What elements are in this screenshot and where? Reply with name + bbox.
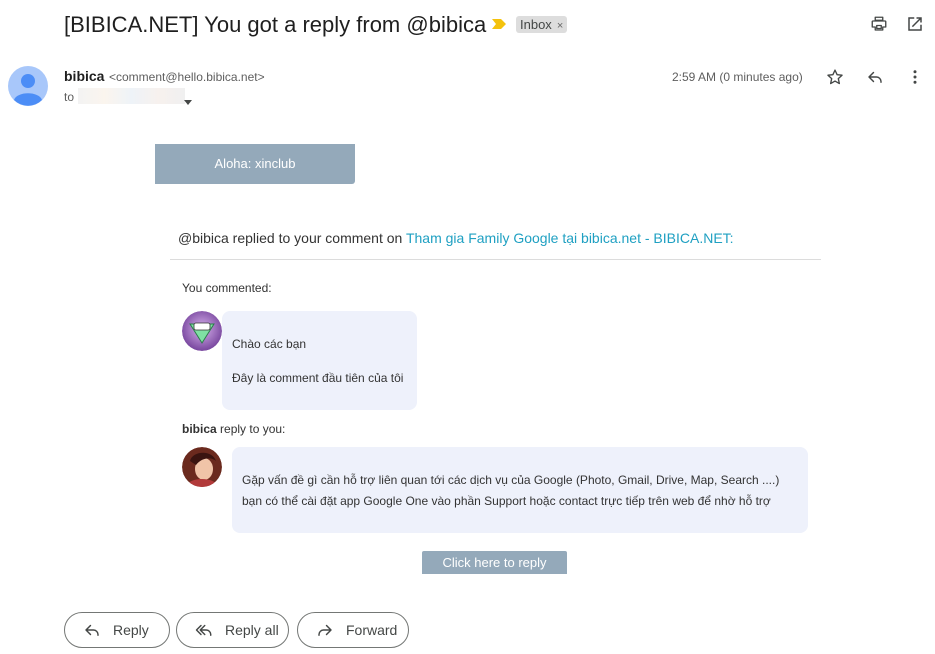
timestamp: 2:59 AM (0 minutes ago): [672, 70, 803, 84]
show-details-dropdown-icon[interactable]: [184, 93, 192, 111]
reply-text-line: bạn có thể cài đặt app Google One vào ph…: [242, 494, 771, 508]
comment-text-line: Chào các bạn: [232, 337, 307, 351]
reply-all-icon: [195, 624, 212, 636]
sender-name[interactable]: bibica: [64, 68, 104, 84]
forward-button-label: Forward: [346, 622, 398, 638]
replier-avatar: [182, 447, 222, 487]
replier-name: bibica: [182, 422, 217, 436]
commenter-avatar: [182, 311, 222, 351]
reply-all-button-label: Reply all: [225, 622, 279, 638]
reply-bubble: [232, 447, 808, 533]
reply-heading: bibica reply to you:: [182, 422, 285, 436]
post-link[interactable]: Tham gia Family Google tại bibica.net - …: [406, 230, 734, 246]
star-icon[interactable]: [826, 68, 844, 91]
reply-icon[interactable]: [866, 68, 884, 91]
reply-button[interactable]: Reply: [64, 612, 170, 648]
reply-all-button[interactable]: Reply all: [176, 612, 289, 648]
notification-line: @bibica replied to your comment on Tham …: [178, 230, 734, 246]
more-options-icon[interactable]: [906, 68, 924, 91]
reply-button-label: Reply: [113, 622, 149, 638]
forward-icon: [318, 624, 332, 636]
print-icon[interactable]: [870, 15, 888, 38]
to-label: to: [64, 90, 75, 104]
remove-label-icon[interactable]: ×: [557, 20, 563, 32]
sender-email: <comment@hello.bibica.net>: [109, 70, 265, 84]
importance-marker-icon[interactable]: [491, 17, 507, 35]
notification-text: @bibica replied to your comment on: [178, 230, 406, 246]
reply-icon: [85, 624, 99, 636]
reply-heading-text: reply to you:: [216, 422, 286, 436]
inbox-label-chip: Inbox ×: [516, 16, 568, 33]
recipient-redacted: [78, 88, 185, 104]
forward-button[interactable]: Forward: [297, 612, 409, 648]
you-commented-label: You commented:: [182, 281, 272, 295]
open-in-new-window-icon[interactable]: [906, 15, 924, 38]
click-here-to-reply-button[interactable]: Click here to reply: [422, 551, 567, 574]
comment-bubble: [222, 311, 417, 410]
email-subject: [BIBICA.NET] You got a reply from @bibic…: [64, 12, 487, 37]
inbox-label-text: Inbox: [520, 17, 552, 32]
reply-text-line: Gặp vấn đề gì cần hỗ trợ liên quan tới c…: [242, 473, 780, 487]
greeting-banner: Aloha: xinclub: [155, 144, 355, 184]
comment-text-line: Đây là comment đầu tiên của tôi: [232, 371, 404, 385]
sender-avatar[interactable]: [8, 66, 48, 106]
divider: [170, 259, 821, 260]
